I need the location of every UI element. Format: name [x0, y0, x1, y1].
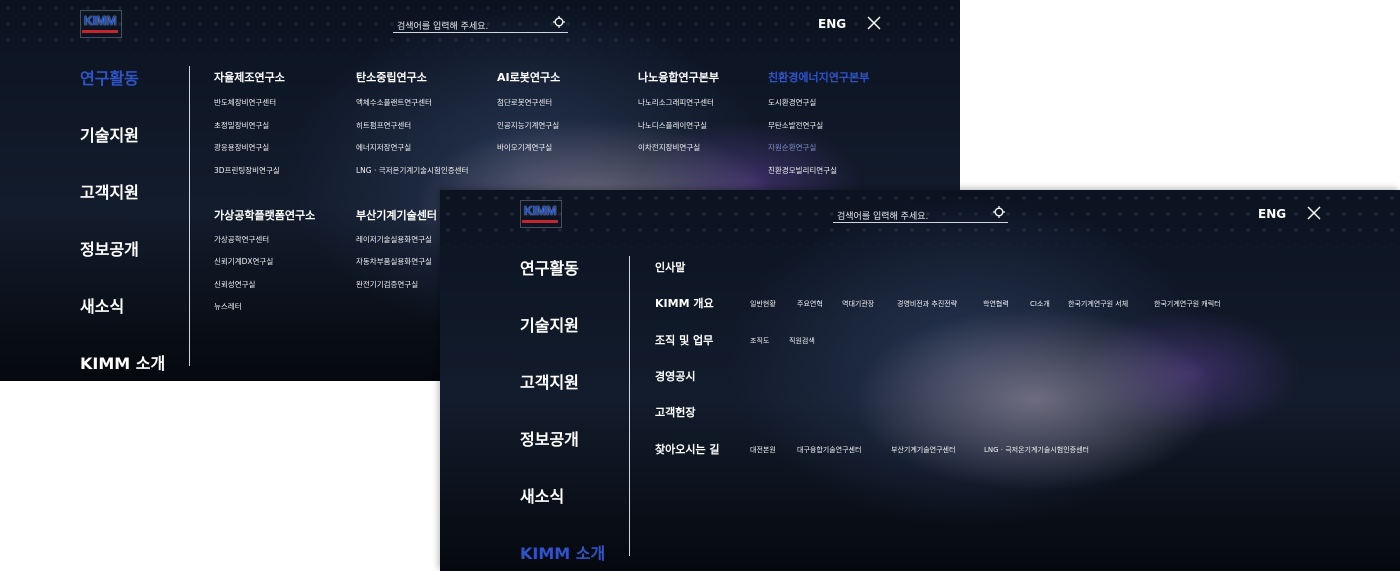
kimm-logo[interactable]: KIMM [80, 10, 122, 38]
kimm-logo[interactable]: KIMM [520, 200, 562, 228]
sub-link[interactable]: 반도체장비연구센터 [214, 97, 276, 108]
sub-link[interactable]: 뉴스레터 [214, 301, 242, 312]
col-head-eco-energy[interactable]: 친환경에너지연구본부 [768, 69, 869, 85]
sub-link[interactable]: 나노리소그래피연구센터 [638, 97, 714, 108]
sub-link[interactable]: 부산기계기술연구센터 [891, 445, 955, 455]
col-head-ai-robot[interactable]: AI로봇연구소 [497, 69, 560, 85]
language-toggle[interactable]: ENG [818, 17, 846, 31]
about-customer-charter[interactable]: 고객헌장 [655, 404, 695, 420]
sub-link[interactable]: 인공지능기계연구실 [497, 120, 559, 131]
sub-link[interactable]: 대전본원 [750, 445, 776, 455]
sub-link[interactable]: 나노디스플레이연구실 [638, 120, 707, 131]
sub-link[interactable]: 이차전지장비연구실 [638, 142, 700, 153]
sub-link[interactable]: 가상공학연구센터 [214, 234, 269, 245]
close-icon[interactable] [867, 16, 881, 30]
main-nav-about-kimm[interactable]: KIMM 소개 [80, 350, 165, 374]
sub-link[interactable]: 첨단로봇연구센터 [497, 97, 552, 108]
about-overview[interactable]: KIMM 개요 [655, 295, 714, 311]
logo-text: KIMM [83, 13, 117, 28]
sub-link[interactable]: 레이저기술실용화연구실 [356, 234, 432, 245]
about-directions[interactable]: 찾아오시는 길 [655, 441, 720, 457]
about-management-disclosure[interactable]: 경영공시 [655, 368, 695, 384]
logo-bar [522, 220, 558, 223]
sub-link[interactable]: 조직도 [750, 336, 769, 346]
sub-link[interactable]: 역대기관장 [842, 299, 874, 309]
sub-link[interactable]: 학연협력 [983, 299, 1009, 309]
col-head-nano[interactable]: 나노융합연구본부 [638, 69, 719, 85]
col-head-carbon-neutral[interactable]: 탄소중립연구소 [356, 69, 427, 85]
sub-link[interactable]: 자동차부품실용화연구실 [356, 256, 432, 267]
close-icon[interactable] [1307, 206, 1321, 220]
sub-link[interactable]: CI소개 [1030, 299, 1050, 309]
sub-link[interactable]: 도시환경연구실 [768, 97, 816, 108]
search-box [393, 14, 568, 35]
main-nav-research[interactable]: 연구활동 [520, 255, 579, 279]
search-input[interactable] [393, 19, 547, 35]
sub-link[interactable]: 히트펌프연구센터 [356, 120, 411, 131]
main-nav-news[interactable]: 새소식 [520, 483, 564, 507]
sub-link[interactable]: 친환경모빌리티연구실 [768, 165, 837, 176]
main-nav-customer-support[interactable]: 고객지원 [520, 369, 579, 393]
sub-link[interactable]: 광응용장비연구실 [214, 142, 269, 153]
sub-link[interactable]: 한국기계연구원 서체 [1068, 299, 1128, 309]
sub-link[interactable]: 한국기계연구원 캐릭터 [1154, 299, 1221, 309]
sub-link[interactable]: 일반현황 [750, 299, 776, 309]
sub-link[interactable]: 신뢰기계DX연구실 [214, 256, 273, 267]
sub-link-active[interactable]: 자원순환연구실 [768, 142, 816, 153]
search-box [833, 204, 1008, 225]
sub-link[interactable]: 초정밀장비연구실 [214, 120, 269, 131]
sub-link[interactable]: 경영비전과 추진전략 [897, 299, 957, 309]
main-nav-tech-support[interactable]: 기술지원 [520, 312, 579, 336]
sub-link[interactable]: 바이오기계연구실 [497, 142, 552, 153]
main-nav-info-disclosure[interactable]: 정보공개 [80, 236, 139, 260]
sub-link[interactable]: 액체수소플랜트연구센터 [356, 97, 432, 108]
sub-link[interactable]: 직원검색 [789, 336, 815, 346]
logo-bar [82, 30, 118, 33]
sub-link[interactable]: 신뢰성연구실 [214, 279, 255, 290]
search-input[interactable] [833, 209, 987, 225]
sub-link[interactable]: LNG · 극저온기계기술시험인증센터 [984, 445, 1089, 455]
search-icon[interactable] [992, 205, 1006, 219]
col-head-virtual-eng[interactable]: 가상공학플랫폼연구소 [214, 207, 315, 223]
sub-link[interactable]: 에너지저장연구실 [356, 142, 411, 153]
logo-text: KIMM [523, 203, 557, 218]
main-nav-news[interactable]: 새소식 [80, 293, 124, 317]
about-organization[interactable]: 조직 및 업무 [655, 332, 713, 348]
col-head-autonomous-mfg[interactable]: 자율제조연구소 [214, 69, 285, 85]
search-icon[interactable] [552, 15, 566, 29]
sub-link[interactable]: 완전기기검증연구실 [356, 279, 418, 290]
col-head-busan[interactable]: 부산기계기술센터 [356, 207, 437, 223]
main-nav-research[interactable]: 연구활동 [80, 65, 139, 89]
sub-link[interactable]: 대구융합기술연구센터 [797, 445, 861, 455]
main-nav-about-kimm[interactable]: KIMM 소개 [520, 540, 605, 564]
sub-link[interactable]: 3D프린팅장비연구실 [214, 165, 280, 176]
nav-divider [189, 66, 190, 366]
nav-divider [629, 256, 630, 556]
main-nav-tech-support[interactable]: 기술지원 [80, 122, 139, 146]
main-nav-customer-support[interactable]: 고객지원 [80, 179, 139, 203]
sub-link[interactable]: 무탄소발전연구실 [768, 120, 823, 131]
about-greeting[interactable]: 인사말 [655, 259, 685, 275]
sub-link[interactable]: LNG · 극저온기계기술시험인증센터 [356, 165, 468, 176]
language-toggle[interactable]: ENG [1258, 207, 1286, 221]
sub-link[interactable]: 주요연혁 [797, 299, 823, 309]
main-nav-info-disclosure[interactable]: 정보공개 [520, 426, 579, 450]
menu-panel-about: KIMM ENG 연구활동 기술지원 고객지원 정보공개 새소식 KIMM 소개… [440, 190, 1400, 571]
